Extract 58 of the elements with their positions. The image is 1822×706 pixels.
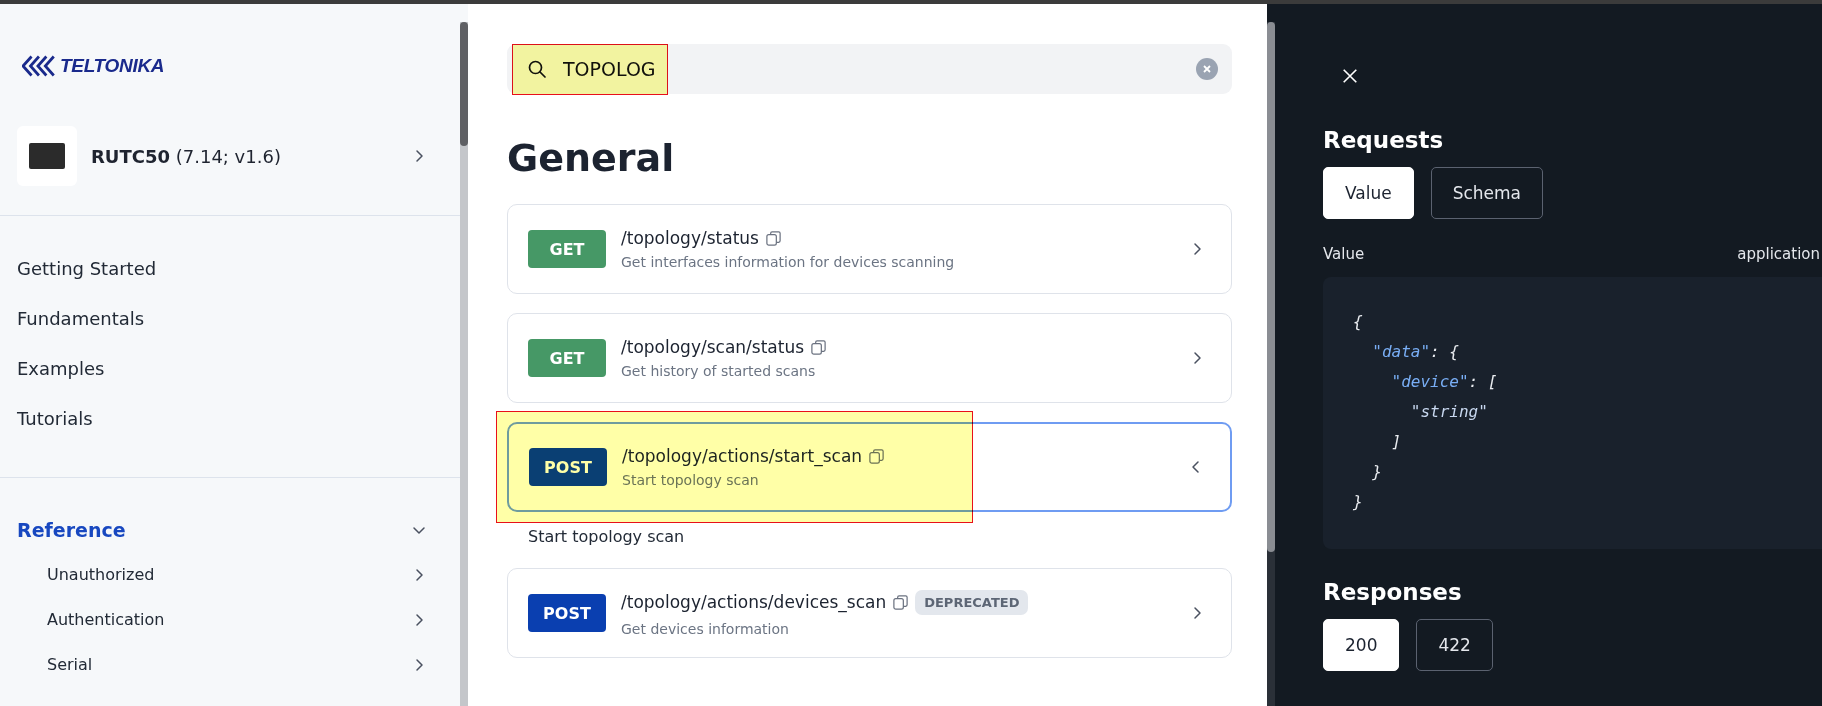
scrollbar[interactable] xyxy=(1267,22,1275,706)
nav-item[interactable]: Authentication xyxy=(47,597,427,642)
search-field[interactable]: TOPOLOG xyxy=(507,44,1232,94)
method-badge: GET xyxy=(528,339,606,377)
endpoint-path: /topology/status xyxy=(621,228,759,248)
endpoint-description: Get devices information xyxy=(621,620,790,637)
search-icon xyxy=(527,59,547,79)
copy-icon xyxy=(810,338,828,356)
clear-icon xyxy=(1196,58,1218,80)
search-input[interactable]: TOPOLOG xyxy=(563,58,1196,80)
endpoint-card[interactable]: GET /topology/status Get interfaces information for devices scanning xyxy=(507,204,1232,294)
endpoint-path: /topology/actions/start_scan xyxy=(622,446,863,466)
method-badge: POST xyxy=(528,594,606,632)
device-name: RUTC50 (7.14; v1.6) xyxy=(91,145,282,167)
tab[interactable]: 422 xyxy=(1416,619,1493,671)
code-line: ] xyxy=(1390,431,1403,453)
nav-item[interactable]: Examples xyxy=(17,344,460,394)
endpoint-description: Get interfaces information for devices scanning xyxy=(621,254,956,270)
copy-icon xyxy=(868,447,886,465)
endpoint-description: Get history of started scans xyxy=(621,363,817,379)
nav-item[interactable]: Serial xyxy=(47,642,427,687)
section-title: Responses xyxy=(1323,579,1463,605)
nav-item[interactable]: Tutorials xyxy=(17,394,460,444)
content-type: application xyxy=(1737,245,1820,263)
tab[interactable]: Value xyxy=(1323,167,1414,219)
device-selector[interactable]: RUTC50 (7.14; v1.6) xyxy=(17,126,427,186)
close-icon xyxy=(1341,67,1359,85)
copy-icon xyxy=(764,229,782,247)
nav-item[interactable]: Unauthorized xyxy=(47,552,427,597)
endpoint-card[interactable]: POST /topology/actions/start_scan Start topology scan xyxy=(507,422,1232,512)
code-line: } xyxy=(1371,461,1383,483)
value-label: Value xyxy=(1323,245,1365,263)
code-line: { xyxy=(1353,311,1364,333)
endpoint-description: Start topology scan xyxy=(622,472,760,488)
code-line: "data": { xyxy=(1371,341,1460,363)
endpoint-path: /topology/scan/status xyxy=(621,337,805,357)
endpoint-path: /topology/actions/devices_scan xyxy=(621,592,887,612)
copy-icon xyxy=(892,593,910,611)
scrollbar[interactable] xyxy=(460,22,468,706)
nav-item[interactable]: Fundamentals xyxy=(17,294,460,344)
logo-text: TELTONIKA xyxy=(60,55,165,77)
nav-item[interactable]: Getting Started xyxy=(17,244,460,294)
method-badge: POST xyxy=(529,448,607,486)
logo-icon xyxy=(22,53,58,79)
tab[interactable]: 200 xyxy=(1323,619,1400,671)
tab[interactable]: Schema xyxy=(1430,167,1544,219)
code-line: } xyxy=(1353,491,1364,513)
section-title: Requests xyxy=(1323,127,1445,153)
endpoint-card[interactable]: POST /topology/actions/devices_scan DEPRECATED Get devices information xyxy=(507,568,1232,658)
code-line: "string" xyxy=(1409,401,1489,423)
code-line: "device": [ xyxy=(1390,371,1499,393)
section-title: General xyxy=(507,136,676,180)
photo-placeholder xyxy=(17,126,77,186)
method-badge: GET xyxy=(528,230,606,268)
endpoint-summary: Start topology scan xyxy=(528,527,686,546)
endpoint-card[interactable]: GET /topology/scan/status Get history of started scans xyxy=(507,313,1232,403)
nav-item[interactable]: Reference xyxy=(17,508,427,552)
deprecated-tag: DEPRECATED xyxy=(915,589,1029,615)
